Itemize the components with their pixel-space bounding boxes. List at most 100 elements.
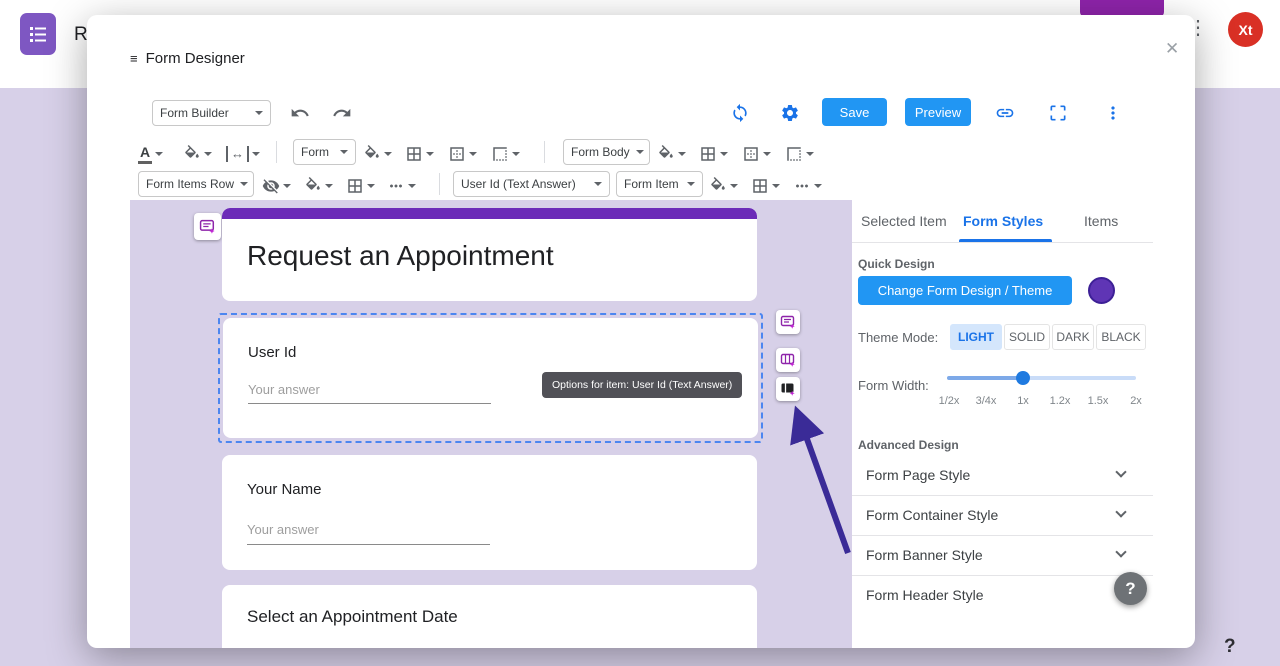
border-style-button[interactable] [785, 141, 814, 167]
section-form-page-style[interactable]: Form Page Style [852, 455, 1153, 495]
form-header-card[interactable]: Request an Appointment [222, 208, 757, 301]
text-color-icon: A [138, 144, 153, 164]
page-title-partial: R [74, 24, 88, 45]
toolbar-divider [544, 141, 545, 163]
more-options-button[interactable] [387, 173, 416, 199]
fill-color-button[interactable] [709, 173, 738, 199]
sync-icon [733, 103, 747, 123]
refresh-button[interactable] [730, 100, 750, 126]
overflow-menu-button[interactable] [1103, 100, 1123, 126]
tab-selected-item[interactable]: Selected Item [861, 213, 947, 229]
width-button[interactable]: ↔ [226, 141, 260, 167]
chevron-down-icon [678, 152, 686, 156]
form-width-slider[interactable] [947, 370, 1136, 386]
borders-button[interactable] [699, 141, 728, 167]
form-width-label: Form Width: [858, 378, 929, 393]
form-item-card-2[interactable]: Your Name Your answer [222, 455, 757, 570]
theme-color-swatch[interactable] [1088, 277, 1115, 304]
avatar[interactable]: Xt [1228, 12, 1263, 47]
borders-button[interactable] [346, 173, 375, 199]
section-label: Form Header Style [866, 587, 984, 603]
section-label: Form Banner Style [866, 547, 983, 563]
toolbar-divider [276, 141, 277, 163]
borders-button[interactable] [751, 173, 780, 199]
width-tick[interactable]: 1.2x [1050, 395, 1071, 407]
tabs-divider [852, 242, 1153, 243]
settings-button[interactable] [780, 100, 800, 126]
more-vert-icon [1111, 106, 1115, 120]
panel-help-button[interactable]: ? [1114, 572, 1147, 605]
form-item-value: Form Item [624, 177, 679, 191]
width-tick[interactable]: 2x [1130, 395, 1142, 407]
chevron-down-icon [763, 152, 771, 156]
form-item-select[interactable]: Form Item [616, 171, 703, 197]
item-options-button-2[interactable] [776, 348, 800, 372]
section-form-header-style[interactable]: Form Header Style [852, 575, 1153, 615]
border-all-icon [753, 179, 767, 193]
text-color-button[interactable]: A [138, 141, 164, 167]
width-tick[interactable]: 3/4x [976, 395, 997, 407]
item-options-button-1[interactable] [776, 310, 800, 334]
columns-sparkle-icon [780, 353, 795, 367]
theme-mode-solid[interactable]: SOLID [1004, 324, 1050, 350]
tab-items[interactable]: Items [1084, 213, 1118, 229]
fill-color-button[interactable] [183, 141, 212, 167]
theme-mode-light[interactable]: LIGHT [950, 324, 1002, 350]
form-builder-select[interactable]: Form Builder [152, 100, 271, 126]
fill-color-button[interactable] [304, 173, 333, 199]
border-outer-button[interactable] [448, 141, 477, 167]
width-tick[interactable]: 1x [1017, 395, 1029, 407]
visibility-button[interactable] [262, 173, 291, 199]
form-items-row-select[interactable]: Form Items Row [138, 171, 254, 197]
form-scope-select[interactable]: Form [293, 139, 356, 165]
selected-item-value: User Id (Text Answer) [461, 177, 576, 191]
chevron-down-icon [1115, 506, 1127, 518]
form-body-value: Form Body [571, 145, 630, 159]
slider-handle[interactable] [1016, 371, 1030, 385]
more-options-button[interactable] [793, 173, 822, 199]
banner-options-button[interactable] [194, 213, 221, 240]
answer-placeholder: Your answer [248, 382, 320, 397]
chevron-down-icon [814, 184, 822, 188]
chevron-down-icon [730, 184, 738, 188]
width-tick[interactable]: 1/2x [939, 395, 960, 407]
forms-app-icon[interactable] [20, 13, 56, 55]
section-form-container-style[interactable]: Form Container Style [852, 495, 1153, 535]
theme-mode-black[interactable]: BLACK [1096, 324, 1146, 350]
undo-button[interactable] [290, 100, 310, 126]
form-banner-bar [222, 208, 757, 219]
slider-track [1023, 376, 1136, 380]
tab-form-styles[interactable]: Form Styles [963, 213, 1043, 229]
fullscreen-icon [1050, 105, 1066, 121]
theme-mode-dark[interactable]: DARK [1052, 324, 1094, 350]
form-items-row-value: Form Items Row [146, 177, 235, 191]
form-item-card-3[interactable]: Select an Appointment Date [222, 585, 757, 648]
preview-button[interactable]: Preview [905, 98, 971, 126]
chevron-down-icon [252, 152, 260, 156]
section-label: Form Page Style [866, 467, 971, 483]
border-style-button[interactable] [491, 141, 520, 167]
selected-item-select[interactable]: User Id (Text Answer) [453, 171, 610, 197]
fullscreen-button[interactable] [1048, 100, 1068, 126]
save-button[interactable]: Save [822, 98, 887, 126]
borders-button[interactable] [405, 141, 434, 167]
chevron-down-icon [384, 152, 392, 156]
share-link-button[interactable] [995, 100, 1015, 126]
fill-color-button[interactable] [363, 141, 392, 167]
change-theme-button[interactable]: Change Form Design / Theme [858, 276, 1072, 305]
close-icon[interactable]: ✕ [1165, 39, 1179, 59]
more-horiz-icon [390, 184, 402, 188]
form-body-select[interactable]: Form Body [563, 139, 650, 165]
answer-underline [248, 403, 491, 404]
redo-button[interactable] [332, 100, 352, 126]
page-help-button[interactable]: ? [1224, 636, 1236, 658]
form-builder-select-value: Form Builder [160, 106, 229, 120]
width-tick[interactable]: 1.5x [1088, 395, 1109, 407]
chevron-down-icon [687, 182, 695, 186]
section-form-banner-style[interactable]: Form Banner Style [852, 535, 1153, 575]
border-outer-button[interactable] [742, 141, 771, 167]
more-horiz-icon [796, 184, 808, 188]
fill-color-button[interactable] [657, 141, 686, 167]
theme-mode-label: Theme Mode: [858, 330, 939, 345]
paint-bucket-icon [711, 177, 725, 190]
